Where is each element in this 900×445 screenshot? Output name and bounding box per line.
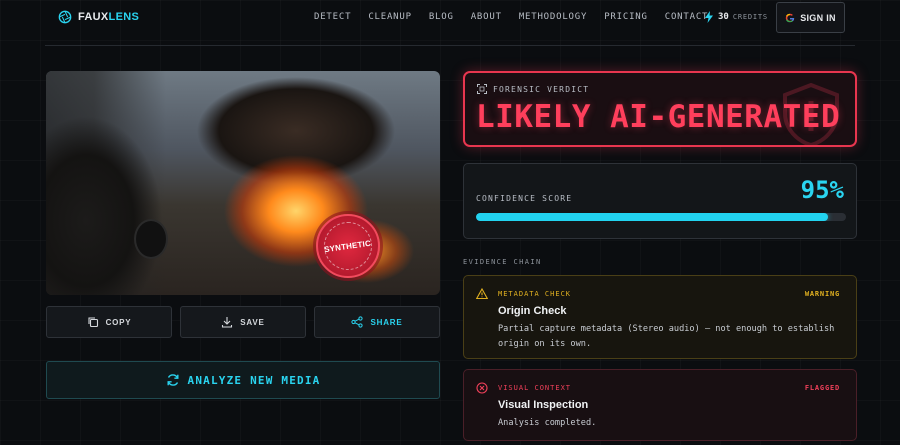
synthetic-stamp: SYNTHETIC [316,214,380,278]
evidence-chain-label: EVIDENCE CHAIN [463,258,542,266]
aperture-icon [58,10,72,24]
brand-name: FAUXLENS [78,11,140,23]
nav-link-contact[interactable]: CONTACT [665,12,709,22]
share-icon [351,316,364,328]
evidence-status-badge: WARNING [804,290,840,298]
verdict-label: FORENSIC VERDICT [493,84,590,94]
download-icon [222,317,233,328]
evidence-description: Partial capture metadata (Stereo audio) … [498,324,835,349]
save-button[interactable]: SAVE [180,306,306,338]
top-nav: FAUXLENS DETECT CLEANUP BLOG ABOUT METHO… [0,0,900,36]
pilot-silhouette [46,91,196,295]
lightning-icon [705,11,713,23]
nav-link-detect[interactable]: DETECT [314,12,351,22]
analyzed-image [46,71,440,295]
credits-value: 30 [718,12,729,22]
verdict-value: LIKELY AI-GENERATED [476,99,841,135]
sign-in-button[interactable]: SIGN IN [776,2,845,33]
save-label: SAVE [240,317,265,327]
credits-label: CREDITS [732,13,768,21]
share-button[interactable]: SHARE [314,306,440,338]
copy-icon [88,317,98,328]
evidence-title: Origin Check [498,305,567,317]
x-circle-icon [476,382,488,394]
confidence-card: CONFIDENCE SCORE 95% [463,163,857,239]
verdict-heading: FORENSIC VERDICT [477,84,589,94]
copy-button[interactable]: COPY [46,306,172,338]
confidence-bar [476,213,846,221]
sign-in-label: SIGN IN [800,12,836,23]
confidence-label: CONFIDENCE SCORE [476,194,573,203]
evidence-description: Analysis completed. [498,418,597,428]
nav-link-methodology[interactable]: METHODOLOGY [519,12,587,22]
confidence-value: 95% [800,176,844,204]
nav-links: DETECT CLEANUP BLOG ABOUT METHODOLOGY PR… [314,12,708,22]
nav-link-blog[interactable]: BLOG [429,12,454,22]
forensic-verdict-card: FORENSIC VERDICT LIKELY AI-GENERATED [463,71,857,147]
confidence-bar-fill [476,213,828,221]
brand-logo[interactable]: FAUXLENS [58,10,139,24]
google-icon [786,13,795,22]
copy-label: COPY [105,317,132,327]
evidence-card-metadata[interactable]: METADATA CHECK WARNING Origin Check Part… [463,275,857,359]
nav-divider [45,45,855,46]
evidence-category: VISUAL CONTEXT [498,384,572,392]
share-label: SHARE [370,317,403,327]
headset-shape [134,219,168,259]
evidence-category: METADATA CHECK [498,290,572,298]
scan-frame-icon [477,84,487,94]
analyze-label: ANALYZE NEW MEDIA [187,373,321,387]
nav-link-about[interactable]: ABOUT [471,12,502,22]
nav-link-cleanup[interactable]: CLEANUP [368,12,412,22]
evidence-title: Visual Inspection [498,399,589,411]
evidence-card-visual[interactable]: VISUAL CONTEXT FLAGGED Visual Inspection… [463,369,857,441]
analyze-new-media-button[interactable]: ANALYZE NEW MEDIA [46,361,440,399]
nav-link-pricing[interactable]: PRICING [604,12,648,22]
evidence-status-badge: FLAGGED [804,384,840,392]
warning-triangle-icon [476,288,488,300]
credits-counter[interactable]: 30 CREDITS [704,11,768,23]
refresh-icon [167,374,178,386]
